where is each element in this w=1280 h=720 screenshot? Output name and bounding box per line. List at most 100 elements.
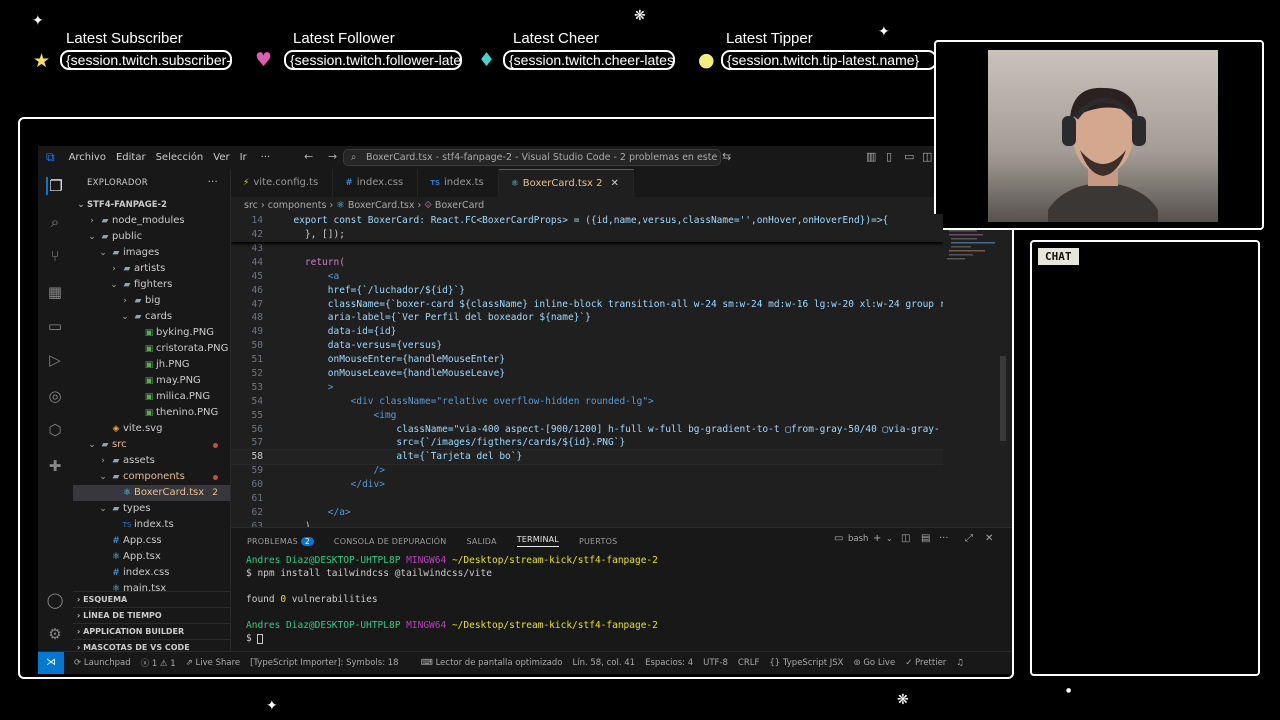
live-share-item[interactable]: ⇗ Live Share [186,658,240,668]
eol-item[interactable]: CRLF [738,658,759,668]
menu-more-icon[interactable]: ··· [261,152,271,163]
breadcrumb-item[interactable]: src [244,200,258,211]
notifications-bell-icon[interactable]: ♫ [956,658,964,668]
tree-file[interactable]: ⚛ BoxerCard.tsx 2 [73,485,230,501]
tree-folder[interactable]: ⌄ ▰ public [73,229,230,245]
breadcrumb-item[interactable]: components [268,200,327,211]
code-text: alt={`Tarjeta del bo`} [282,451,523,463]
tree-file[interactable]: ▣ milica.PNG [73,389,230,405]
trash-icon[interactable]: ▤ [921,533,930,544]
tab-index-css[interactable]: # index.css [333,169,419,197]
remote-icon[interactable]: ⋊ [38,652,64,674]
section-timeline[interactable]: › LÍNEA DE TIEMPO [73,607,231,623]
tab-output[interactable]: SALIDA [466,537,496,546]
layout-panel-icon[interactable]: ▯ [886,150,892,163]
tree-file[interactable]: ▣ thenino.PNG [73,405,230,421]
more-actions-icon[interactable]: ··· [208,169,218,197]
tab-vite-config[interactable]: ⚡ vite.config.ts [231,169,334,197]
encoding-item[interactable]: UTF-8 [703,658,728,668]
run-debug-icon[interactable]: ▷ [46,351,64,369]
explorer-icon[interactable]: ❐ [46,177,64,195]
terminal-shell-label[interactable]: bash [848,534,868,544]
more-actions-icon[interactable]: ··· [939,533,949,544]
tree-file[interactable]: TS index.ts [73,517,230,533]
menu-archivo[interactable]: Archivo [69,152,106,163]
minimap[interactable] [943,214,1005,527]
tree-folder[interactable]: ⌄ ▰ images [73,245,230,261]
tree-folder[interactable]: › ▰ assets [73,453,230,469]
remote-explorer-icon[interactable]: ▭ [46,317,64,335]
python-icon[interactable]: ✚ [46,457,64,475]
search-icon[interactable]: ⌕ [46,213,64,231]
copilot-icon[interactable]: ⇆ [722,150,731,163]
problem-badge: 2 [212,488,218,498]
tab-boxercard[interactable]: ⚛ BoxerCard.tsx 2 ✕ [498,169,634,197]
editor-scrollbar[interactable] [1000,356,1006,441]
problems-item[interactable]: ⓧ 1 ⚠ 1 [141,657,176,669]
gitlens-icon[interactable]: ◎ [46,387,64,405]
tree-folder[interactable]: ⌄ ▰ types [73,501,230,517]
sticky-scroll[interactable]: 14 export const BoxerCard: React.FC<Boxe… [231,214,943,242]
breadcrumb-item[interactable]: BoxerCard.tsx [348,200,415,211]
tree-item-label: cristorata.PNG [156,343,229,354]
layout-bottom-icon[interactable]: ▭ [904,150,914,163]
new-terminal-icon[interactable]: + [873,533,881,544]
menu-ir[interactable]: Ir [240,152,247,163]
tree-folder[interactable]: ⌄ ▰ fighters [73,277,230,293]
maximize-panel-icon[interactable]: ⤢ [965,533,973,544]
tree-folder[interactable]: ⌄ ▰ components [73,469,230,485]
launchpad-item[interactable]: ⟳ Launchpad [74,658,131,668]
tree-folder[interactable]: ⌄ ▰ cards [73,309,230,325]
tab-debug-console[interactable]: CONSOLA DE DEPURACIÓN [334,537,447,546]
breadcrumb-item[interactable]: BoxerCard [435,200,484,211]
sparkle-icon: ❋ [897,692,909,708]
tab-ports[interactable]: PUERTOS [579,537,617,546]
source-control-icon[interactable]: ⑂ [46,247,64,265]
tree-file[interactable]: ▣ may.PNG [73,373,230,389]
ts-importer-item[interactable]: [TypeScript Importer]: Symbols: 18 [250,658,398,668]
layout-custom-icon[interactable]: ◫ [922,150,932,163]
close-icon[interactable]: ✕ [611,178,619,189]
cursor-position-item[interactable]: Lín. 58, col. 41 [573,658,636,668]
screen-reader-item[interactable]: ⌨ Lector de pantalla optimizado [421,658,563,668]
sparkle-icon: ✦ [878,24,890,40]
tree-file[interactable]: # index.css [73,565,230,581]
command-center[interactable]: ⌕ BoxerCard.tsx - stf4-fanpage-2 - Visua… [343,149,721,166]
tab-terminal[interactable]: TERMINAL [516,535,559,547]
prettier-item[interactable]: ✓ Prettier [905,658,946,668]
go-live-item[interactable]: ⊚ Go Live [854,658,896,668]
gear-icon[interactable]: ⚙ [46,625,64,643]
section-outline[interactable]: › ESQUEMA [73,591,231,607]
indentation-item[interactable]: Espacios: 4 [645,658,693,668]
terminal-output[interactable]: Andres Diaz@DESKTOP-UHTPL8P MINGW64 ~/De… [231,554,1012,645]
extensions-icon[interactable]: ▦ [46,283,64,301]
tab-problems[interactable]: PROBLEMAS 2 [247,536,314,546]
tree-file[interactable]: # App.css [73,533,230,549]
tree-file[interactable]: ⚛ App.tsx [73,549,230,565]
section-application-builder[interactable]: › APPLICATION BUILDER [73,623,231,639]
forward-arrow-icon[interactable]: → [328,150,337,163]
split-terminal-icon[interactable]: ◫ [901,533,910,544]
tree-file[interactable]: ▣ cristorata.PNG [73,341,230,357]
tree-folder[interactable]: › ▰ big [73,293,230,309]
tree-file[interactable]: ▣ jh.PNG [73,357,230,373]
tab-index-ts[interactable]: TS index.ts [418,169,499,197]
layout-sidebar-icon[interactable]: ▥ [866,150,876,163]
chevron-down-icon[interactable]: ⌄ [886,534,893,543]
language-mode-item[interactable]: {} TypeScript JSX [769,658,843,668]
back-arrow-icon[interactable]: ← [304,150,313,163]
docker-icon[interactable]: ⬡ [46,421,64,439]
tree-file[interactable]: ◈ vite.svg [73,421,230,437]
close-panel-icon[interactable]: ✕ [985,533,993,544]
project-root[interactable]: ⌄ STF4-FANPAGE-2 [73,197,230,213]
code-editor[interactable]: 14 export const BoxerCard: React.FC<Boxe… [231,214,943,527]
menu-ver[interactable]: Ver [213,152,229,163]
account-icon[interactable]: ◯ [46,591,64,609]
code-text: data-id={id} [282,326,397,338]
menu-seleccion[interactable]: Selección [156,152,204,163]
tree-file[interactable]: ▣ byking.PNG [73,325,230,341]
tree-folder[interactable]: ⌄ ▰ src [73,437,230,453]
tree-folder[interactable]: › ▰ node_modules [73,213,230,229]
tree-folder[interactable]: › ▰ artists [73,261,230,277]
menu-editar[interactable]: Editar [116,152,146,163]
